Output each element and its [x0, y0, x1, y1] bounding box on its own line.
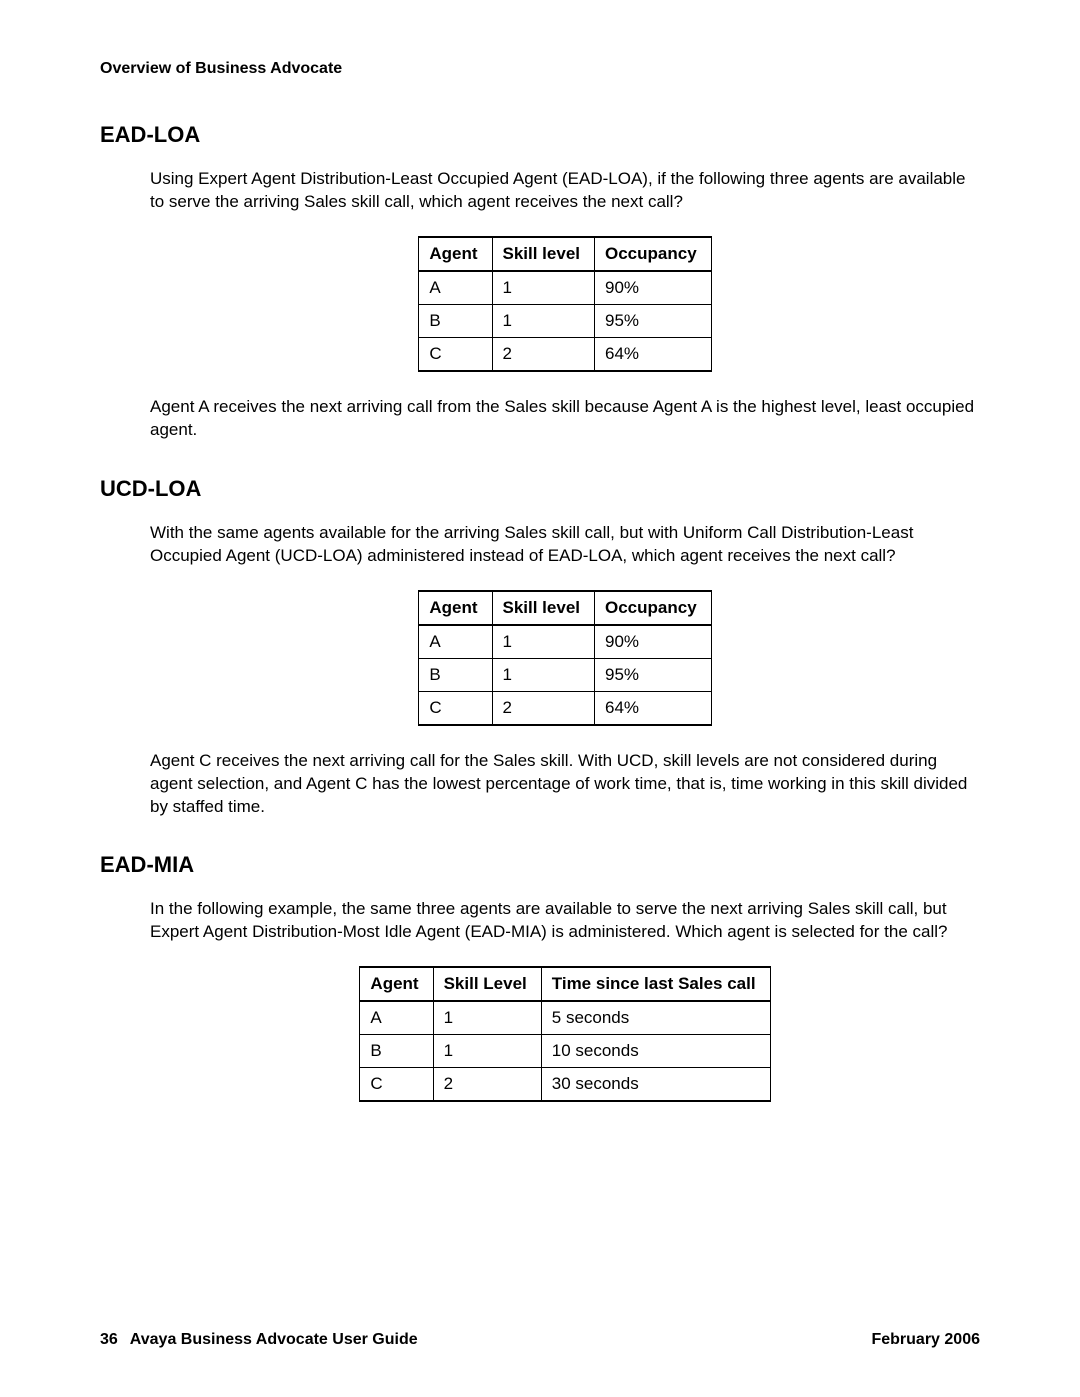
- cell: 1: [492, 658, 595, 691]
- cell: 90%: [595, 625, 712, 659]
- cell: 64%: [595, 691, 712, 725]
- cell: C: [419, 691, 492, 725]
- col-header: Time since last Sales call: [541, 967, 770, 1001]
- table-row: B 1 10 seconds: [360, 1035, 770, 1068]
- page: Overview of Business Advocate EAD-LOA Us…: [0, 0, 1080, 1397]
- running-header: Overview of Business Advocate: [100, 60, 980, 78]
- table-row: C 2 64%: [419, 691, 711, 725]
- cell: B: [419, 304, 492, 337]
- cell: 95%: [595, 658, 712, 691]
- cell: 1: [492, 271, 595, 305]
- page-footer: 36 Avaya Business Advocate User Guide Fe…: [100, 1331, 980, 1349]
- cell: 2: [492, 691, 595, 725]
- cell: 90%: [595, 271, 712, 305]
- table-header-row: Agent Skill level Occupancy: [419, 237, 711, 271]
- cell: 10 seconds: [541, 1035, 770, 1068]
- col-header: Agent: [419, 237, 492, 271]
- table-row: A 1 90%: [419, 625, 711, 659]
- cell: B: [419, 658, 492, 691]
- section-ead-mia: EAD-MIA In the following example, the sa…: [100, 852, 980, 1102]
- col-header: Skill level: [492, 237, 595, 271]
- section-intro: Using Expert Agent Distribution-Least Oc…: [150, 168, 980, 214]
- footer-date: February 2006: [871, 1331, 980, 1349]
- page-number: 36: [100, 1331, 118, 1349]
- table-row: B 1 95%: [419, 658, 711, 691]
- col-header: Skill Level: [433, 967, 541, 1001]
- cell: C: [419, 337, 492, 371]
- section-intro: In the following example, the same three…: [150, 898, 980, 944]
- guide-title: Avaya Business Advocate User Guide: [130, 1331, 418, 1349]
- cell: A: [419, 271, 492, 305]
- col-header: Occupancy: [595, 237, 712, 271]
- section-conclusion: Agent C receives the next arriving call …: [150, 750, 980, 819]
- col-header: Occupancy: [595, 591, 712, 625]
- cell: A: [360, 1001, 433, 1035]
- table-ucd-loa: Agent Skill level Occupancy A 1 90% B: [418, 590, 711, 726]
- cell: 2: [433, 1068, 541, 1102]
- cell: 2: [492, 337, 595, 371]
- cell: 64%: [595, 337, 712, 371]
- section-ucd-loa: UCD-LOA With the same agents available f…: [100, 476, 980, 819]
- section-intro: With the same agents available for the a…: [150, 522, 980, 568]
- col-header: Skill level: [492, 591, 595, 625]
- cell: 30 seconds: [541, 1068, 770, 1102]
- cell: 1: [492, 304, 595, 337]
- section-title: EAD-LOA: [100, 122, 980, 148]
- section-title: EAD-MIA: [100, 852, 980, 878]
- table-ead-mia: Agent Skill Level Time since last Sales …: [359, 966, 770, 1102]
- cell: 95%: [595, 304, 712, 337]
- col-header: Agent: [360, 967, 433, 1001]
- table-header-row: Agent Skill Level Time since last Sales …: [360, 967, 770, 1001]
- table-row: C 2 64%: [419, 337, 711, 371]
- cell: C: [360, 1068, 433, 1102]
- cell: 1: [433, 1001, 541, 1035]
- cell: 1: [492, 625, 595, 659]
- table-ead-loa: Agent Skill level Occupancy A 1 90% B: [418, 236, 711, 372]
- table-row: C 2 30 seconds: [360, 1068, 770, 1102]
- table-row: A 1 5 seconds: [360, 1001, 770, 1035]
- table-row: B 1 95%: [419, 304, 711, 337]
- cell: B: [360, 1035, 433, 1068]
- section-conclusion: Agent A receives the next arriving call …: [150, 396, 980, 442]
- table-row: A 1 90%: [419, 271, 711, 305]
- section-title: UCD-LOA: [100, 476, 980, 502]
- col-header: Agent: [419, 591, 492, 625]
- section-ead-loa: EAD-LOA Using Expert Agent Distribution-…: [100, 122, 980, 442]
- table-header-row: Agent Skill level Occupancy: [419, 591, 711, 625]
- cell: 1: [433, 1035, 541, 1068]
- cell: 5 seconds: [541, 1001, 770, 1035]
- cell: A: [419, 625, 492, 659]
